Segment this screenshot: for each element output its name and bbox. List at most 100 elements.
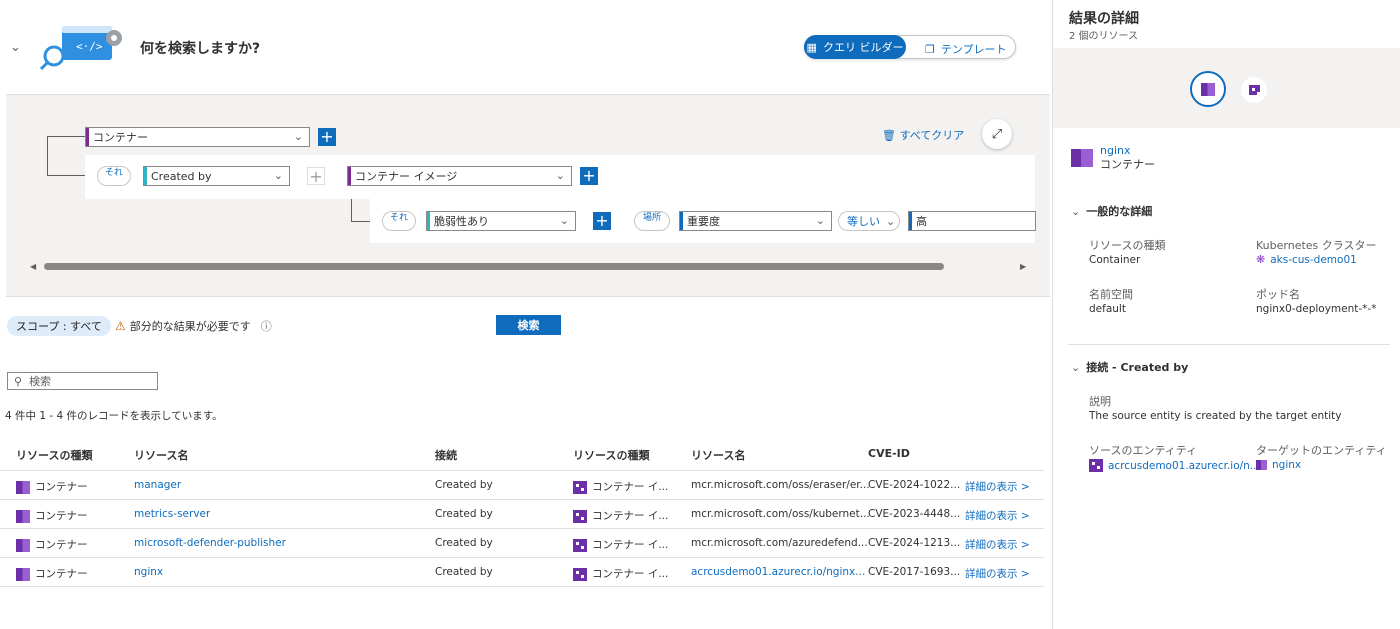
root-resource-select[interactable]: コンテナー ⌄ <box>85 127 310 147</box>
scope-label: スコープ : すべて <box>16 320 102 333</box>
col-header-resource-name[interactable]: リソース名 <box>134 447 188 463</box>
resource-name-link[interactable]: metrics-server <box>134 508 210 520</box>
description-label: 説明 <box>1089 395 1111 408</box>
source-entity-link[interactable]: acrcusdemo01.azurecr.io/n... <box>1089 459 1260 472</box>
resource-name-link[interactable]: microsoft-defender-publisher <box>134 537 286 549</box>
resource-name-2-cell-text: mcr.microsoft.com/oss/kubernet... <box>691 508 870 520</box>
entity-container-toggle[interactable] <box>1190 71 1226 107</box>
resource-name-2-cell: mcr.microsoft.com/azuredefend... <box>691 537 868 549</box>
resource-type-2-cell-text: コンテナー イ... <box>592 539 669 551</box>
connection-toggle[interactable]: ⌄ 接続 - Created by <box>1071 359 1188 375</box>
container-icon <box>1201 82 1215 96</box>
cve-id-cell-text: CVE-2023-4448... <box>868 508 961 520</box>
col-header-resource-name-2[interactable]: リソース名 <box>691 447 745 463</box>
info-icon[interactable]: ⓘ <box>261 318 272 334</box>
connection-cell-text: Created by <box>435 566 493 578</box>
collapse-chevron-icon[interactable]: ⌄ <box>10 40 21 55</box>
source-entity-value: acrcusdemo01.azurecr.io/n... <box>1108 459 1260 472</box>
page-title: 何を検索しますか? <box>140 41 261 57</box>
scope-badge[interactable]: スコープ : すべて <box>7 316 111 336</box>
resource-type-value: Container <box>1089 254 1141 266</box>
resource-type-cell: コンテナー <box>16 479 88 494</box>
relation-select[interactable]: Created by ⌄ <box>143 166 290 186</box>
chevron-down-icon: ⌄ <box>815 214 825 227</box>
view-details-link[interactable]: 詳細の表示 > <box>965 537 1030 552</box>
resource-type-2-cell: コンテナー イ... <box>573 508 668 523</box>
cluster-label: Kubernetes クラスター <box>1256 239 1377 252</box>
resource-type-cell: コンテナー <box>16 566 88 581</box>
resource-name-2-cell-text: acrcusdemo01.azurecr.io/nginx... <box>691 566 866 578</box>
container-icon <box>16 509 30 523</box>
template-toggle[interactable]: ❐ テンプレート <box>925 41 1007 57</box>
select-accent-bar <box>427 212 430 230</box>
connection-heading: 接続 - Created by <box>1086 361 1189 374</box>
view-details-link[interactable]: 詳細の表示 > <box>965 566 1030 581</box>
connection-cell-text: Created by <box>435 479 493 491</box>
add-subcondition-button[interactable]: + <box>593 212 611 230</box>
cve-id-cell-text: CVE-2024-1213... <box>868 537 961 549</box>
cluster-link[interactable]: ❋ aks-cus-demo01 <box>1256 253 1357 266</box>
namespace-label: 名前空間 <box>1089 288 1133 301</box>
chevron-down-icon: ⌄ <box>559 214 569 227</box>
container-icon <box>1071 149 1093 167</box>
target-entity-link[interactable]: nginx <box>1256 459 1301 471</box>
entity-image-toggle[interactable] <box>1241 77 1267 103</box>
table-body: コンテナー manager Created by コンテナー イ... mcr.micr… <box>0 471 1044 587</box>
entity-switcher-area <box>1053 48 1400 128</box>
table-row[interactable]: コンテナー metrics-server Created by コンテナー イ... m… <box>0 500 1044 529</box>
namespace-value: default <box>1089 303 1126 315</box>
resource-type-label: リソースの種類 <box>1089 239 1166 252</box>
resource-type-cell: コンテナー <box>16 508 88 523</box>
scroll-right-icon[interactable]: ▶ <box>1020 262 1026 271</box>
resource-type-2-cell: コンテナー イ... <box>573 566 668 581</box>
container-image-icon <box>1248 85 1260 95</box>
where-pill[interactable]: 場所 <box>634 211 670 231</box>
container-image-icon <box>573 567 587 581</box>
general-details-toggle[interactable]: ⌄ 一般的な詳細 <box>1071 203 1152 219</box>
col-header-resource-type[interactable]: リソースの種類 <box>16 447 92 463</box>
general-details-heading: 一般的な詳細 <box>1086 205 1153 218</box>
table-row[interactable]: コンテナー microsoft-defender-publisher Created… <box>0 529 1044 558</box>
field-select[interactable]: 重要度 ⌄ <box>679 211 832 231</box>
resource-type-2-cell-text: コンテナー イ... <box>592 510 669 522</box>
add-condition-button[interactable]: + <box>318 128 336 146</box>
view-details-link-text: 詳細の表示 > <box>965 481 1030 493</box>
operator-select[interactable]: 等しい ⌄ <box>838 211 900 231</box>
select-accent-bar <box>144 167 147 185</box>
expand-icon[interactable]: ⤢ <box>982 119 1012 149</box>
col-header-connection[interactable]: 接続 <box>435 447 457 463</box>
query-builder-toggle[interactable]: ▦ クエリ ビルダー <box>804 35 906 59</box>
col-header-resource-type-2[interactable]: リソースの種類 <box>573 447 649 463</box>
add-target-condition-button[interactable]: + <box>580 167 598 185</box>
relation-pill-2[interactable]: それ <box>382 211 416 231</box>
view-details-link[interactable]: 詳細の表示 > <box>965 508 1030 523</box>
description-value: The source entity is created by the targ… <box>1089 410 1342 422</box>
table-row[interactable]: コンテナー nginx Created by コンテナー イ... acrcusdemo… <box>0 558 1044 587</box>
value-input[interactable]: 高 <box>908 211 1036 231</box>
relation-pill[interactable]: それ <box>97 166 131 186</box>
target-entity-label: ターゲットのエンティティ <box>1256 444 1387 457</box>
search-input[interactable]: ⚲ 検索 <box>7 372 158 390</box>
scroll-left-icon[interactable]: ◀ <box>30 262 36 271</box>
entity-type: コンテナー <box>1100 158 1155 171</box>
clear-all-button[interactable]: 🗑 すべてクリア <box>882 127 964 143</box>
select-accent-bar <box>680 212 683 230</box>
search-button[interactable]: 検索 <box>496 315 561 335</box>
cve-id-cell-text: CVE-2024-1022... <box>868 479 961 491</box>
results-table: リソースの種類 リソース名 接続 リソースの種類 リソース名 CVE-ID コン… <box>0 440 1044 587</box>
table-row[interactable]: コンテナー manager Created by コンテナー イ... mcr.micr… <box>0 471 1044 500</box>
cve-id-cell: CVE-2024-1022... <box>868 479 960 491</box>
container-image-icon <box>573 480 587 494</box>
view-details-link[interactable]: 詳細の表示 > <box>965 479 1030 494</box>
resource-name-link[interactable]: nginx <box>134 566 163 578</box>
resource-type-2-cell: コンテナー イ... <box>573 537 668 552</box>
query-builder-icon: ▦ <box>806 40 817 54</box>
template-icon: ❐ <box>925 42 935 56</box>
target-resource-select[interactable]: コンテナー イメージ ⌄ <box>347 166 572 186</box>
horizontal-scrollbar-thumb[interactable] <box>44 263 944 270</box>
resource-name-2-cell[interactable]: acrcusdemo01.azurecr.io/nginx... <box>691 566 865 578</box>
resource-name-link[interactable]: manager <box>134 479 181 491</box>
condition-select[interactable]: 脆弱性あり ⌄ <box>426 211 576 231</box>
col-header-cve-id[interactable]: CVE-ID <box>868 447 910 460</box>
chevron-down-icon: ⌄ <box>1071 204 1081 218</box>
